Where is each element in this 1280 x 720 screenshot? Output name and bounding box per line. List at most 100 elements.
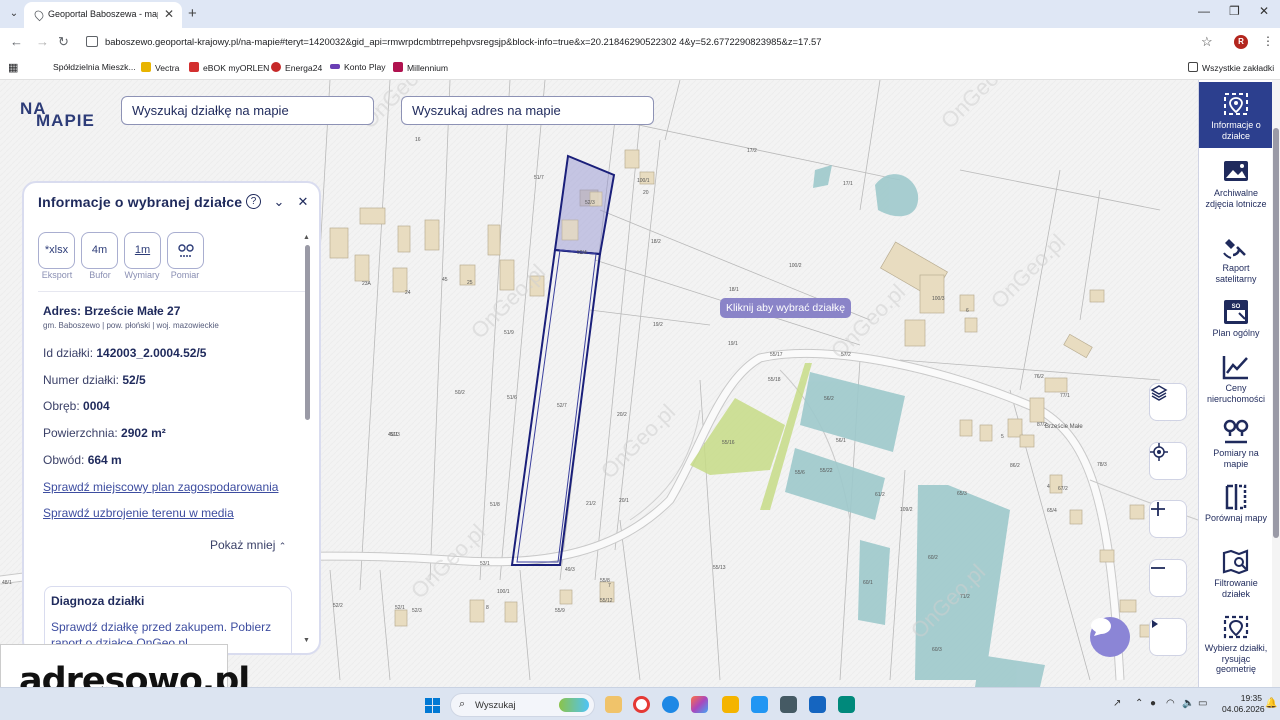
sidebar-label: Informacje o działce bbox=[1211, 120, 1261, 141]
sidebar-scrollbar[interactable] bbox=[1272, 80, 1280, 687]
tab-list-icon[interactable]: ⌄ bbox=[6, 6, 22, 22]
bookmark-item[interactable]: Energa24 bbox=[271, 62, 322, 73]
profile-avatar[interactable]: R bbox=[1234, 35, 1248, 49]
field-label: Numer działki: bbox=[43, 373, 123, 387]
url-field[interactable]: baboszewo.geoportal-krajowy.pl/na-mapie#… bbox=[78, 31, 1224, 53]
notifications-icon[interactable]: 🔔 bbox=[1265, 698, 1277, 709]
app-icon[interactable] bbox=[780, 696, 797, 713]
copilot-icon[interactable] bbox=[691, 696, 708, 713]
export-xlsx-button[interactable]: *xlsx bbox=[38, 232, 75, 269]
parcel-address: Adres: Brzeście Małe 27 bbox=[43, 304, 181, 318]
sidebar-item-map-measurements[interactable]: Pomiary na mapie bbox=[1199, 410, 1273, 476]
bookmark-item[interactable]: Konto Play bbox=[330, 62, 386, 72]
bookmark-label: Vectra bbox=[155, 63, 180, 73]
field-label: Id działki: bbox=[43, 346, 97, 360]
store-icon[interactable] bbox=[838, 696, 855, 713]
forward-icon[interactable]: → bbox=[36, 34, 49, 49]
search-icon: ⌕ bbox=[459, 698, 466, 710]
bookmark-item[interactable]: Vectra bbox=[141, 62, 179, 73]
sidebar-item-aerial-photos[interactable]: Archiwalne zdjęcia lotnicze bbox=[1199, 150, 1273, 216]
dimensions-button[interactable]: 1m bbox=[124, 232, 161, 269]
locate-me-button[interactable] bbox=[1149, 442, 1187, 480]
back-icon[interactable]: ← bbox=[10, 34, 23, 49]
bookmark-item[interactable]: eBOK myORLEN bbox=[189, 62, 269, 73]
help-icon[interactable]: ? bbox=[246, 194, 261, 209]
folder-icon[interactable] bbox=[722, 696, 739, 713]
diagnosis-title: Diagnoza działki bbox=[51, 594, 145, 608]
field-label: Obręb: bbox=[43, 399, 84, 413]
chrome-icon[interactable] bbox=[633, 696, 650, 713]
zoning-plan-link[interactable]: Sprawdź miejscowy plan zagospodarowania bbox=[43, 480, 278, 494]
file-explorer-icon[interactable] bbox=[605, 696, 622, 713]
tray-app-icon[interactable]: ● bbox=[1150, 698, 1156, 709]
edge-icon[interactable] bbox=[662, 696, 679, 713]
layers-button[interactable] bbox=[1149, 383, 1187, 421]
chat-button[interactable] bbox=[1090, 617, 1130, 657]
parcel-label: 50/2 bbox=[455, 390, 465, 396]
bookmark-label: Energa24 bbox=[285, 63, 323, 73]
close-window-icon[interactable]: ✕ bbox=[1259, 4, 1269, 18]
wifi-icon[interactable]: ◠ bbox=[1166, 698, 1175, 709]
close-tab-icon[interactable]: ✕ bbox=[164, 7, 174, 21]
close-panel-icon[interactable]: ✕ bbox=[295, 194, 311, 210]
scroll-up-icon[interactable]: ▲ bbox=[303, 234, 310, 241]
battery-icon[interactable]: ▭ bbox=[1198, 698, 1207, 709]
select-parcel-tooltip: Kliknij aby wybrać działkę bbox=[720, 298, 852, 318]
field-label: Powierzchnia: bbox=[43, 426, 122, 440]
sidebar-item-parcel-info[interactable]: Informacje o działce bbox=[1199, 82, 1273, 148]
sidebar-scroll-thumb[interactable] bbox=[1273, 128, 1279, 538]
parcel-label: 60/1 bbox=[863, 580, 873, 586]
sidebar-item-filter-parcels[interactable]: Filtrowanie działek bbox=[1199, 540, 1273, 606]
parcel-search-input[interactable]: Wyszukaj działkę na mapie bbox=[121, 96, 374, 125]
utilities-link[interactable]: Sprawdź uzbrojenie terenu w media bbox=[43, 506, 234, 520]
parcel-label: 78/3 bbox=[1097, 462, 1107, 468]
volume-icon[interactable]: 🔈 bbox=[1182, 698, 1194, 709]
sidebar-item-property-prices[interactable]: Ceny nieruchomości bbox=[1199, 345, 1273, 411]
field-value: 664 m bbox=[87, 453, 122, 467]
measure-button[interactable] bbox=[167, 232, 204, 269]
new-tab-icon[interactable]: + bbox=[188, 5, 197, 22]
apps-grid-icon[interactable]: ▦ bbox=[8, 61, 18, 74]
clock-time: 19:35 bbox=[1240, 693, 1262, 703]
word-icon[interactable] bbox=[751, 696, 768, 713]
sidebar-item-draw-select[interactable]: Wybierz działki, rysując geometrię bbox=[1199, 605, 1273, 674]
windows-start-icon[interactable] bbox=[425, 698, 440, 713]
show-less-button[interactable]: Pokaż mniej ⌃ bbox=[210, 538, 286, 552]
taskbar-search[interactable]: ⌕ Wyszukaj bbox=[450, 693, 595, 717]
tool-label: Eksport bbox=[41, 270, 73, 280]
feedback-icon[interactable]: ↗ bbox=[1113, 698, 1121, 709]
taskbar-clock[interactable]: 19:35 04.06.2026 bbox=[1222, 693, 1265, 715]
zoom-out-button[interactable] bbox=[1149, 559, 1187, 597]
collapse-chevron-icon[interactable]: ⌄ bbox=[271, 194, 287, 210]
mail-icon[interactable] bbox=[809, 696, 826, 713]
zoom-in-button[interactable] bbox=[1149, 500, 1187, 538]
sidebar-item-compare-maps[interactable]: Porównaj mapy bbox=[1199, 475, 1273, 541]
restore-icon[interactable]: ❐ bbox=[1229, 4, 1240, 18]
browser-menu-icon[interactable]: ⋮ bbox=[1262, 34, 1274, 48]
sidebar-item-satellite-report[interactable]: Raport satelitarny bbox=[1199, 225, 1273, 291]
chat-icon bbox=[1091, 618, 1111, 636]
panel-scrollbar[interactable] bbox=[305, 245, 310, 420]
expand-panel-button[interactable] bbox=[1149, 618, 1187, 656]
reload-icon[interactable]: ↻ bbox=[58, 34, 69, 50]
chevron-up-icon[interactable]: ⌃ bbox=[1135, 698, 1143, 709]
bookmark-item[interactable]: Spółdzielnia Mieszk... bbox=[53, 62, 136, 72]
scroll-down-icon[interactable]: ▼ bbox=[303, 637, 310, 644]
sidebar-label: Filtrowanie działek bbox=[1214, 578, 1258, 599]
sidebar-label: Raport satelitarny bbox=[1215, 263, 1257, 284]
all-bookmarks[interactable]: Wszystkie zakładki bbox=[1188, 62, 1274, 73]
site-info-icon[interactable] bbox=[86, 36, 98, 47]
parcel-label: 77/1 bbox=[1060, 393, 1070, 399]
parcel-label: 8 bbox=[486, 605, 489, 611]
address-search-input[interactable]: Wyszukaj adres na mapie bbox=[401, 96, 654, 125]
parcel-label: 100/1 bbox=[497, 589, 510, 595]
parcel-label: 51/6 bbox=[507, 395, 517, 401]
na-mapie-logo[interactable]: NA MAPIE bbox=[20, 99, 100, 130]
browser-tab[interactable]: Geoportal Baboszewa - mapa d ✕ bbox=[24, 2, 182, 28]
parcel-label: 4 bbox=[1047, 484, 1050, 490]
minimize-icon[interactable]: — bbox=[1198, 4, 1210, 18]
bookmark-item[interactable]: Millennium bbox=[393, 62, 448, 73]
buffer-button[interactable]: 4m bbox=[81, 232, 118, 269]
bookmark-star-icon[interactable]: ☆ bbox=[1201, 34, 1213, 50]
measure-pins-icon bbox=[177, 244, 194, 257]
